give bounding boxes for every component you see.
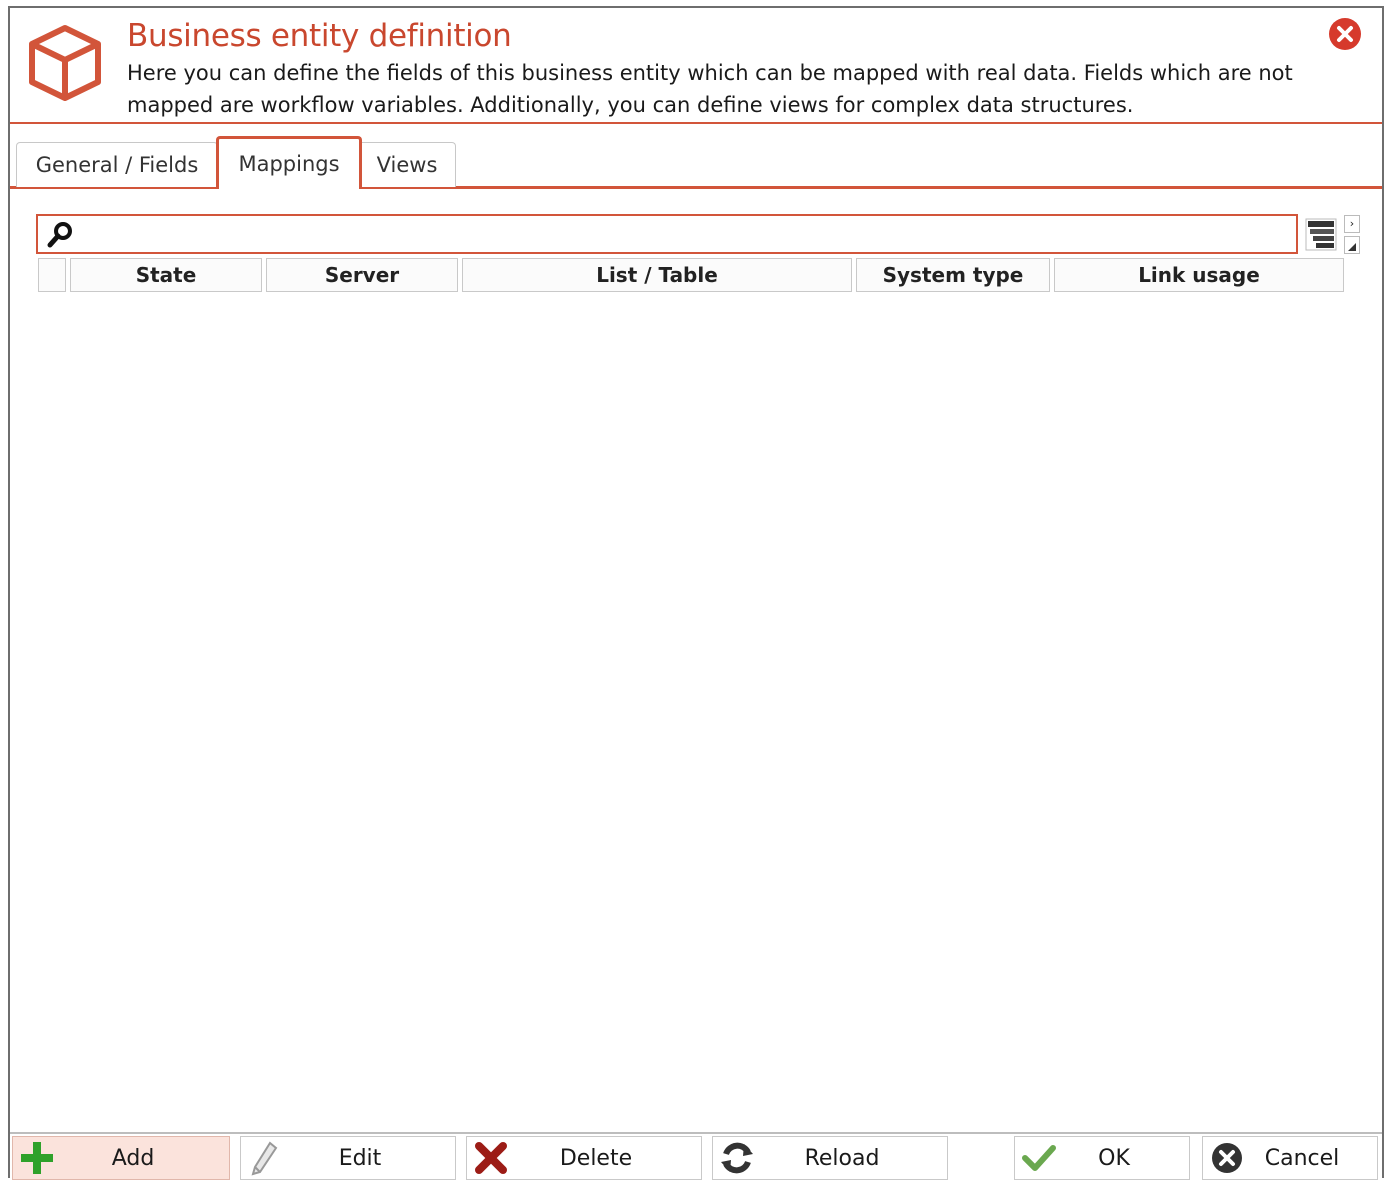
plus-icon xyxy=(17,1138,57,1178)
search-input[interactable] xyxy=(82,218,1286,252)
tab-general-fields[interactable]: General / Fields xyxy=(16,142,218,187)
grid-header: State Server List / Table System type Li… xyxy=(38,258,1348,294)
pencil-icon xyxy=(245,1138,285,1178)
cancel-button[interactable]: Cancel xyxy=(1202,1136,1378,1180)
column-header-state[interactable]: State xyxy=(70,258,262,292)
tab-bar: General / Fields Mappings Views xyxy=(10,132,1382,192)
ok-button[interactable]: OK xyxy=(1014,1136,1190,1180)
scroll-right-icon[interactable]: › xyxy=(1344,215,1360,233)
dialog-description: Here you can define the fields of this b… xyxy=(127,61,1293,117)
reload-icon xyxy=(717,1138,757,1178)
dialog-title: Business entity definition xyxy=(127,18,512,54)
cancel-circle-icon xyxy=(1207,1138,1247,1178)
column-header-system-type[interactable]: System type xyxy=(856,258,1050,292)
cube-icon xyxy=(29,25,101,101)
delete-x-icon xyxy=(471,1138,511,1178)
dialog-window: Business entity definition Here you can … xyxy=(8,6,1384,1180)
column-chooser-icon[interactable] xyxy=(1304,216,1340,252)
cancel-button-label: Cancel xyxy=(1264,1145,1340,1171)
tab-views[interactable]: Views xyxy=(358,142,456,187)
bottom-toolbar: Add Edit Delete Reload OK Cancel xyxy=(10,1132,1382,1182)
grid-select-column[interactable] xyxy=(38,258,66,292)
add-button[interactable]: Add xyxy=(12,1136,230,1180)
column-header-list-table[interactable]: List / Table xyxy=(462,258,852,292)
column-header-link-usage[interactable]: Link usage xyxy=(1054,258,1344,292)
delete-button-label: Delete xyxy=(559,1145,633,1171)
add-button-label: Add xyxy=(111,1145,155,1171)
close-circle-icon[interactable] xyxy=(1328,17,1362,51)
reload-button-label: Reload xyxy=(804,1145,880,1171)
ok-button-label: OK xyxy=(1098,1145,1130,1171)
tab-mappings[interactable]: Mappings xyxy=(216,136,362,192)
reload-button[interactable]: Reload xyxy=(712,1136,948,1180)
dialog-header: Business entity definition Here you can … xyxy=(10,8,1382,124)
search-icon xyxy=(47,222,72,248)
resize-corner-icon[interactable] xyxy=(1344,236,1360,254)
edit-button[interactable]: Edit xyxy=(240,1136,456,1180)
delete-button[interactable]: Delete xyxy=(466,1136,702,1180)
checkmark-icon xyxy=(1019,1138,1059,1178)
edit-button-label: Edit xyxy=(338,1145,382,1171)
search-box xyxy=(36,214,1298,254)
column-header-server[interactable]: Server xyxy=(266,258,458,292)
